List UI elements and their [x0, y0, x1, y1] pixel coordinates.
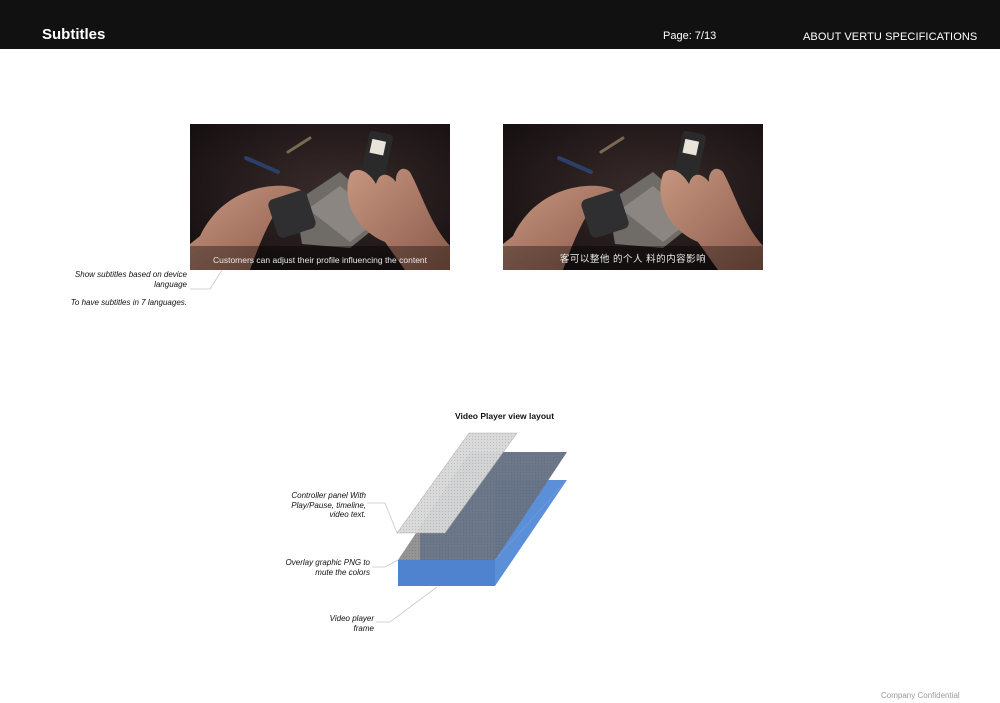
controller-leader-line [367, 502, 398, 534]
frame-layer-front [398, 560, 495, 586]
layer-diagram [190, 269, 567, 623]
label-controller-panel: Controller panel With Play/Pause, timeli… [291, 491, 366, 519]
overlay-leader-line [372, 559, 399, 568]
footer-confidential: Company Confidential [881, 691, 960, 700]
label-video-frame: Video player frame [329, 614, 374, 633]
frame-leader-line [376, 586, 438, 623]
label-overlay-graphic: Overlay graphic PNG to mute the colors [285, 558, 370, 577]
note-leader-line [190, 269, 223, 290]
